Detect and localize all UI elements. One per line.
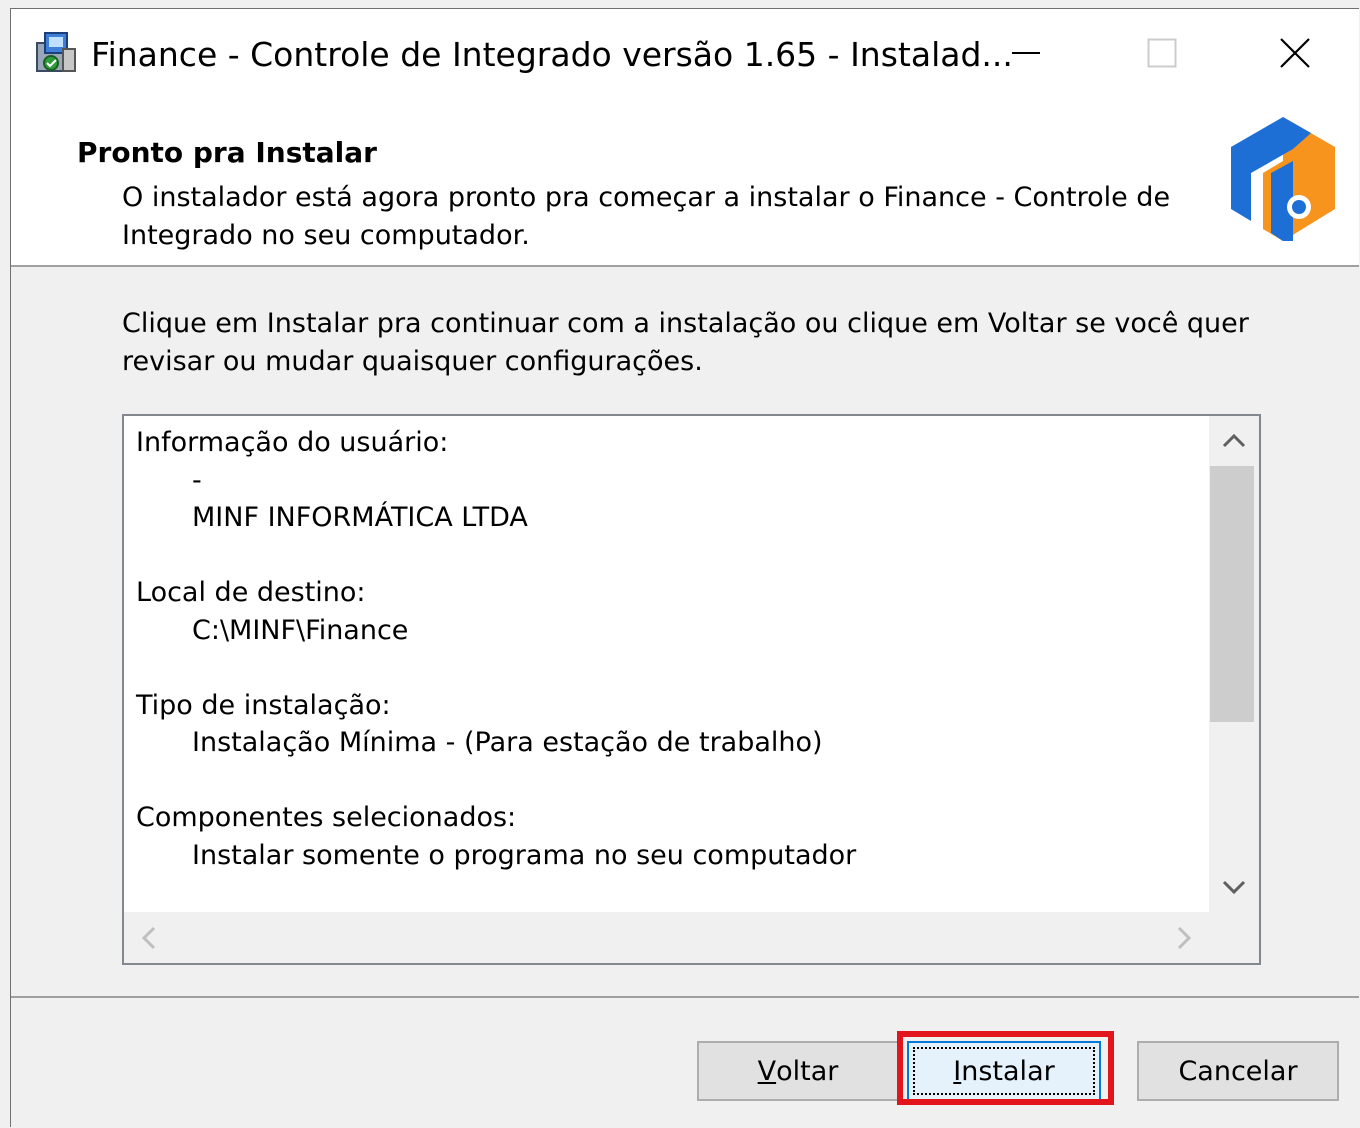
cancel-button[interactable]: Cancelar — [1137, 1041, 1339, 1101]
memo-section-line: Instalar somente o programa no seu compu… — [192, 839, 857, 871]
memo-section-title: Componentes selecionados: — [136, 802, 517, 833]
scroll-down-button[interactable] — [1209, 862, 1259, 912]
horizontal-scrollbar[interactable] — [124, 912, 1209, 963]
finance-logo-icon — [1231, 117, 1335, 241]
maximize-icon — [1147, 38, 1177, 68]
back-button-accel: V — [757, 1055, 777, 1087]
minimize-icon — [1012, 52, 1040, 54]
maximize-button[interactable] — [1093, 9, 1231, 97]
scroll-up-button[interactable] — [1209, 416, 1259, 466]
close-button[interactable] — [1229, 9, 1360, 97]
title-bar[interactable]: Finance - Controle de Integrado versão 1… — [11, 9, 1359, 97]
memo-section-title: Tipo de instalação: — [136, 689, 391, 721]
installer-window: Finance - Controle de Integrado versão 1… — [10, 8, 1359, 1127]
page-title: Pronto pra Instalar — [77, 136, 377, 169]
memo-section-title: Local de destino: — [136, 577, 366, 608]
back-button-label: oltar — [776, 1055, 839, 1087]
minimize-button[interactable] — [957, 9, 1095, 97]
memo-section-line: - — [192, 464, 202, 496]
memo-section-line: MINF INFORMÁTICA LTDA — [192, 502, 528, 533]
chevron-left-icon — [141, 926, 156, 949]
install-button[interactable]: Instalar — [907, 1041, 1101, 1101]
memo-section-line: C:\MINF\Finance — [192, 614, 409, 646]
window-title: Finance - Controle de Integrado versão 1… — [91, 35, 1013, 74]
close-icon — [1279, 38, 1310, 68]
scrollbar-corner — [1209, 912, 1259, 963]
scroll-left-button[interactable] — [124, 912, 174, 963]
page-description: O instalador está agora pronto pra começ… — [122, 182, 1171, 251]
vertical-scroll-thumb[interactable] — [1210, 466, 1254, 722]
chevron-right-icon — [1177, 926, 1192, 949]
memo-section-line: Instalação Mínima - (Para estação de tra… — [192, 727, 823, 758]
memo-section-title: Informação do usuário: — [136, 427, 449, 458]
chevron-down-icon — [1222, 880, 1246, 895]
install-button-label: nstalar — [961, 1055, 1055, 1087]
intro-text: Clique em Instalar pra continuar com a i… — [122, 308, 1249, 377]
vertical-scrollbar[interactable] — [1209, 416, 1259, 912]
memo-content: Informação do usuário: - MINF INFORMÁTIC… — [136, 424, 1206, 874]
wizard-header: Pronto pra Instalar O instalador está ag… — [11, 97, 1359, 267]
installer-app-icon — [36, 32, 76, 72]
chevron-up-icon — [1222, 433, 1246, 448]
scroll-right-button[interactable] — [1159, 912, 1209, 963]
ready-memo[interactable]: Informação do usuário: - MINF INFORMÁTIC… — [122, 414, 1261, 965]
button-area-divider — [11, 996, 1359, 998]
back-button[interactable]: Voltar — [697, 1041, 899, 1101]
install-button-accel: I — [953, 1055, 962, 1087]
